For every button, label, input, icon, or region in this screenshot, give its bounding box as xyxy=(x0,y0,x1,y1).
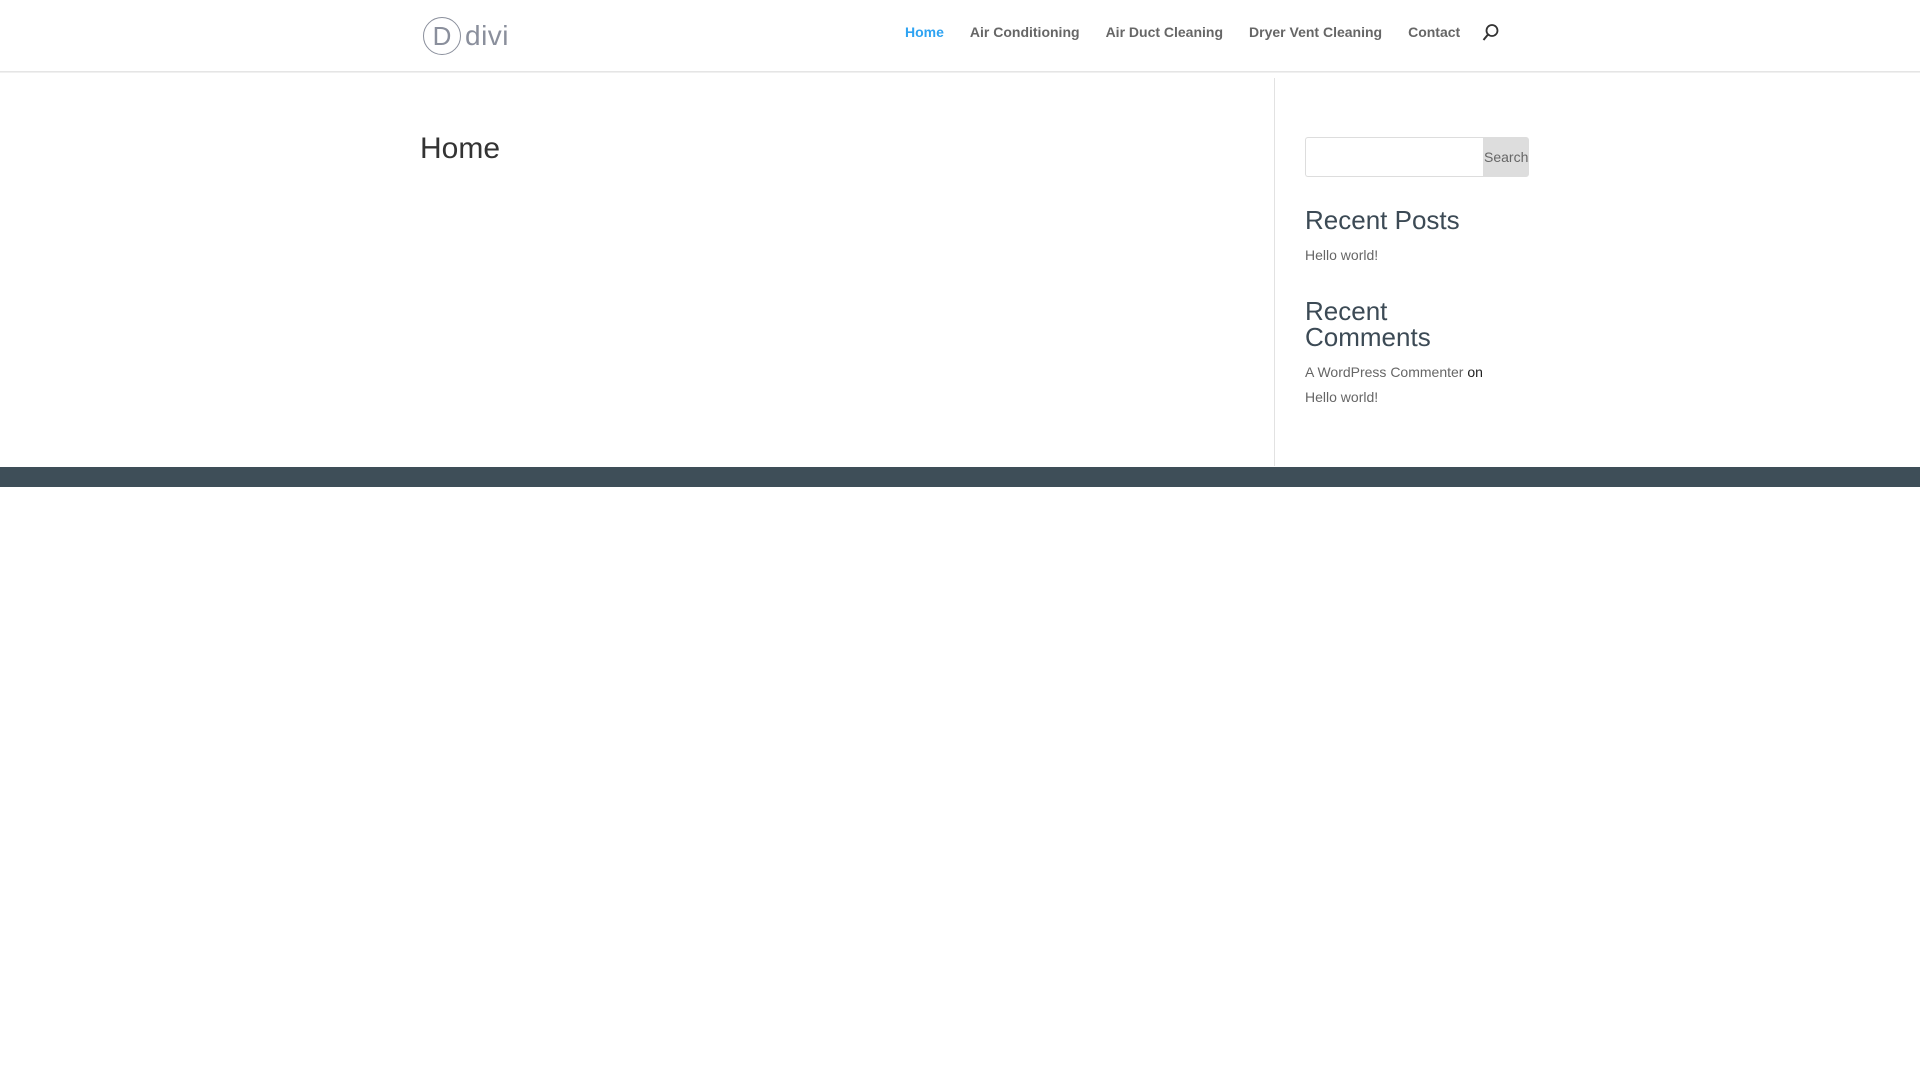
main-nav: Home Air Conditioning Air Duct Cleaning … xyxy=(905,24,1460,40)
sidebar-divider xyxy=(1274,78,1275,466)
nav-air-duct-cleaning[interactable]: Air Duct Cleaning xyxy=(1106,24,1223,40)
comment-post-link[interactable]: Hello world! xyxy=(1305,389,1378,405)
search-button[interactable]: Search xyxy=(1483,137,1530,177)
recent-comments-widget: Recent Comments A WordPress Commenter on… xyxy=(1305,298,1500,410)
recent-posts-widget: Recent Posts Hello world! xyxy=(1305,207,1500,268)
recent-comments-title: Recent Comments xyxy=(1305,296,1431,352)
nav-dryer-vent-cleaning[interactable]: Dryer Vent Cleaning xyxy=(1249,24,1382,40)
search-form: Search xyxy=(1305,137,1530,177)
sidebar: Search Recent Posts Hello world! Recent … xyxy=(1305,137,1530,410)
logo-mark: D xyxy=(423,17,461,55)
search-input[interactable] xyxy=(1305,137,1483,177)
logo-text: divi xyxy=(465,20,510,51)
logo[interactable]: D divi xyxy=(423,17,509,55)
nav-home[interactable]: Home xyxy=(905,24,944,40)
nav-contact[interactable]: Contact xyxy=(1408,24,1460,40)
nav-air-conditioning[interactable]: Air Conditioning xyxy=(970,24,1080,40)
page-title: Home xyxy=(420,132,501,165)
recent-post-link[interactable]: Hello world! xyxy=(1305,247,1378,263)
comment-author-link[interactable]: A WordPress Commenter xyxy=(1305,364,1463,380)
search-icon[interactable] xyxy=(1482,23,1500,43)
footer-bar xyxy=(0,467,1920,487)
comment-on-text: on xyxy=(1467,364,1483,380)
site-header: D divi Home Air Conditioning Air Duct Cl… xyxy=(0,0,1920,72)
recent-posts-title: Recent Posts xyxy=(1305,205,1460,235)
